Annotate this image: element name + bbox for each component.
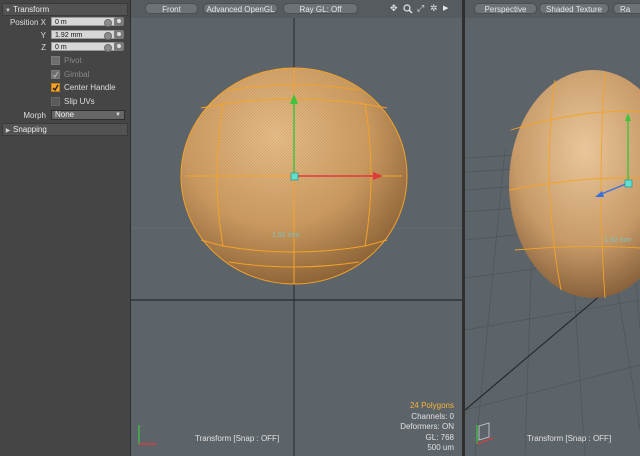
view-type-button[interactable]: Front — [145, 3, 198, 14]
gimbal-label: Gimbal — [64, 70, 90, 79]
pivot-label: Pivot — [64, 56, 82, 65]
snapping-section-header[interactable]: ▶ Snapping — [2, 123, 128, 136]
ray-gl-button[interactable]: Ray GL: Off — [283, 3, 358, 14]
morph-label: Morph — [23, 111, 46, 120]
center-handle-checkbox[interactable] — [51, 83, 60, 92]
visibility-z-icon[interactable] — [114, 42, 124, 51]
polygon-count: 24 Polygons — [409, 401, 454, 410]
center-handle-label: Center Handle — [64, 83, 116, 92]
gl-count: GL: 768 — [425, 432, 454, 442]
animate-y-icon[interactable] — [104, 32, 112, 40]
zoom-icon[interactable] — [403, 4, 413, 16]
measurement-label: 1.92 mm — [604, 237, 632, 244]
scene-stats: 24 Polygons Channels: 0 Deformers: ON GL… — [400, 401, 454, 454]
deformers-status: Deformers: ON — [400, 422, 454, 431]
morph-dropdown[interactable]: None ▼ — [51, 110, 125, 120]
pivot-checkbox[interactable] — [51, 56, 60, 65]
center-handle-icon — [290, 172, 299, 181]
maximize-icon[interactable]: ⤢ — [417, 4, 424, 13]
front-viewport-header: Front Advanced OpenGL Ray GL: Off ✥ ⤢ ✲ … — [131, 0, 462, 18]
chevron-down-icon: ▼ — [115, 112, 121, 118]
tool-status: Transform [Snap : OFF] — [195, 434, 280, 443]
animate-x-icon[interactable] — [104, 19, 112, 27]
expand-triangle-icon[interactable]: ▶ — [3, 126, 13, 137]
ray-gl-button[interactable]: Ra — [613, 3, 640, 14]
snapping-section-label: Snapping — [13, 125, 47, 134]
collapse-triangle-icon[interactable]: ▼ — [3, 6, 13, 17]
visibility-x-icon[interactable] — [114, 17, 124, 26]
slip-uvs-label: Slip UVs — [64, 97, 95, 106]
properties-panel: ▼ Transform Position X 0 m Y 1.92 mm Z 0 … — [0, 0, 131, 456]
slip-uvs-checkbox[interactable] — [51, 97, 60, 106]
perspective-viewport-header: Perspective Shaded Texture Ra — [465, 0, 640, 18]
view-type-button[interactable]: Perspective — [474, 3, 537, 14]
perspective-viewport[interactable]: Perspective Shaded Texture Ra 1.92 mm Tr… — [465, 0, 640, 456]
position-z-label: Z — [41, 43, 46, 52]
morph-value: None — [55, 110, 75, 119]
grid-scale: 500 um — [427, 443, 454, 452]
shading-mode-button[interactable]: Shaded Texture — [539, 3, 609, 14]
animate-z-icon[interactable] — [104, 44, 112, 52]
transform-section-label: Transform — [13, 5, 50, 14]
channels-count: Channels: 0 — [411, 411, 454, 421]
position-y-label: Y — [40, 31, 46, 40]
visibility-y-icon[interactable] — [114, 30, 124, 39]
position-x-label: Position X — [9, 18, 46, 27]
front-view-canvas — [131, 18, 462, 456]
transform-section-header[interactable]: ▼ Transform — [2, 3, 128, 16]
measurement-label: 1.92 mm — [272, 232, 300, 239]
move-icon[interactable]: ✥ — [390, 4, 398, 13]
tool-status: Transform [Snap : OFF] — [527, 434, 612, 443]
shading-mode-button[interactable]: Advanced OpenGL — [203, 3, 278, 14]
gear-icon[interactable]: ✲ — [430, 4, 438, 13]
check-icon — [52, 71, 59, 78]
sphere-mesh — [509, 70, 640, 298]
axis-indicator-icon — [138, 425, 157, 445]
center-handle-icon — [624, 179, 633, 188]
front-viewport[interactable]: Front Advanced OpenGL Ray GL: Off ✥ ⤢ ✲ … — [131, 0, 462, 456]
perspective-view-canvas — [465, 70, 640, 456]
axis-indicator-icon — [476, 422, 494, 445]
gimbal-checkbox[interactable] — [51, 70, 60, 79]
expand-arrow-icon[interactable]: ▶ — [443, 4, 448, 13]
check-icon — [52, 84, 59, 91]
